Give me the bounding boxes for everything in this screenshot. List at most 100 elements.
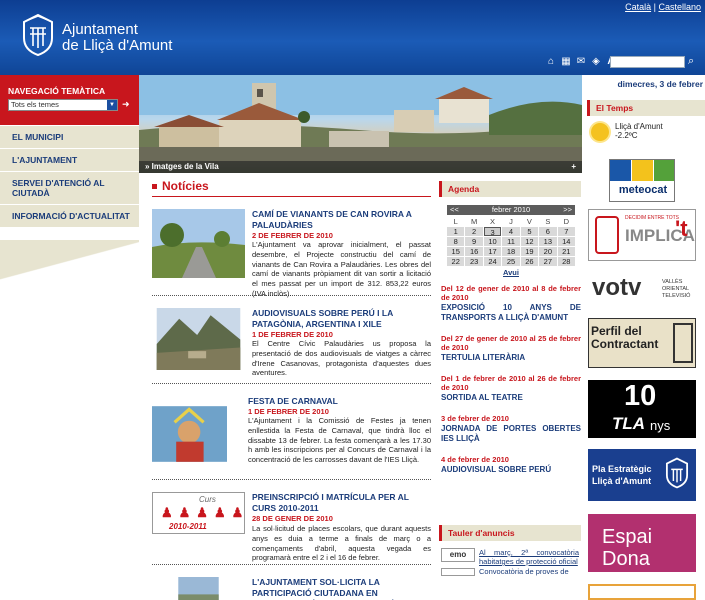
calendar-month: febrer 2010	[491, 205, 531, 214]
calendar-day[interactable]: 1	[447, 227, 465, 236]
calendar-day[interactable]: 21	[557, 247, 575, 256]
calendar-day[interactable]: 28	[557, 257, 575, 266]
agenda-event-title[interactable]: TERTULIA LITERÀRIA	[441, 353, 581, 363]
calendar-day[interactable]: 6	[539, 227, 557, 236]
right-sidebar: El Temps Lliçà d'Amunt -2.2ºC	[587, 100, 705, 146]
news-title: Notícies	[152, 175, 431, 197]
theme-select[interactable]: Tots els temes ▼	[8, 99, 118, 111]
calendar-day[interactable]: 3	[483, 227, 502, 237]
agenda-event-title[interactable]: JORNADA DE PORTES OBERTES IES LLIÇÀ	[441, 424, 581, 444]
hero-caption[interactable]: » Imatges de la Vila	[145, 162, 219, 171]
news-item-title[interactable]: L'AJUNTAMENT SOL·LICITA LA PARTICIPACIÓ …	[252, 577, 431, 600]
pla-estrategic-banner[interactable]: Pla Estratègic Lliçà d'Amunt	[588, 449, 696, 501]
calendar-day[interactable]: 17	[483, 247, 502, 256]
site-title[interactable]: Ajuntament de Lliçà d'Amunt	[62, 22, 172, 54]
nav-item-ajuntament[interactable]: L'AJUNTAMENT	[0, 149, 139, 172]
notice-item-2[interactable]: Convocatòria de proves de	[441, 567, 579, 577]
news-thumbnail[interactable]	[152, 396, 227, 472]
implica-banner[interactable]: DECIDIM ENTRE TOTS IMPLICA 't	[588, 209, 696, 261]
calendar-day[interactable]: 27	[539, 257, 557, 266]
notice-item-2-text[interactable]: Convocatòria de proves de	[479, 567, 569, 576]
calendar-day[interactable]: 20	[539, 247, 557, 256]
agenda-event-date: Del 1 de febrer de 2010 al 26 de febrer …	[441, 374, 581, 392]
news-section: Notícies CAMÍ DE VIANANTS DE CAN ROVIRA …	[152, 175, 431, 600]
calendar-day[interactable]: 10	[483, 237, 502, 246]
sitemap-icon[interactable]: ▦	[561, 57, 571, 67]
lang-catala-link[interactable]: Català	[625, 2, 651, 12]
agenda-event[interactable]: 4 de febrer de 2010 AUDIOVISUAL SOBRE PER…	[439, 455, 581, 475]
hero-image[interactable]: » Imatges de la Vila +	[139, 75, 582, 173]
chevron-down-icon[interactable]: ▼	[107, 100, 117, 110]
agenda-event-title[interactable]: AUDIOVISUAL SOBRE PERÚ	[441, 465, 581, 475]
mail-icon[interactable]: ✉	[576, 57, 586, 67]
site-title-line1: Ajuntament	[62, 21, 138, 38]
news-thumbnail[interactable]	[152, 209, 245, 278]
calendar-day[interactable]: 4	[502, 227, 520, 236]
calendar-day[interactable]: 13	[539, 237, 557, 246]
calendar-day[interactable]: 22	[447, 257, 465, 266]
nav-item-municipi[interactable]: EL MUNICIPI	[0, 126, 139, 149]
agenda-event[interactable]: Del 1 de febrer de 2010 al 26 de febrer …	[439, 374, 581, 403]
calendar-weekday: S	[539, 217, 557, 226]
meteocat-banner[interactable]: meteocat	[609, 159, 675, 202]
calendar-day[interactable]: 16	[465, 247, 483, 256]
nav-item-actualitat[interactable]: INFORMACIÓ D'ACTUALITAT	[0, 205, 139, 228]
calendar-day[interactable]: 24	[483, 257, 502, 266]
calendar-prev-icon[interactable]: <<	[450, 205, 459, 215]
agenda-event[interactable]: 3 de febrer de 2010 JORNADA DE PORTES OBE…	[439, 414, 581, 444]
calendar-day[interactable]: 11	[502, 237, 520, 246]
news-item-title[interactable]: FESTA DE CARNAVAL	[248, 396, 431, 407]
bottom-banner[interactable]	[588, 584, 696, 600]
news-item-title[interactable]: AUDIOVISUALS SOBRE PERÚ I LA PATAGÒNIA, …	[252, 308, 431, 330]
calendar-weekday: V	[520, 217, 539, 226]
notice-item-text[interactable]: Al març, 2ª convocatòria habitatges de p…	[479, 548, 579, 566]
calendar-today-link[interactable]: Avui	[447, 268, 575, 277]
espai-dona-banner[interactable]: Espai Dona	[588, 514, 696, 572]
calendar-day[interactable]: 12	[520, 237, 539, 246]
calendar-day[interactable]: 19	[520, 247, 539, 256]
search-icon[interactable]: ⌕	[688, 56, 700, 68]
calendar-day[interactable]: 7	[557, 227, 575, 236]
calendar-day[interactable]: 15	[447, 247, 465, 256]
votv-banner[interactable]: votv VALLÈS ORIENTAL TELEVISIÓ	[588, 270, 696, 308]
search-input[interactable]	[610, 56, 685, 68]
calendar-weekday: M	[465, 217, 483, 226]
agenda-event[interactable]: Del 27 de gener de 2010 al 25 de febrer …	[439, 334, 581, 363]
calendar-day[interactable]: 25	[502, 257, 520, 266]
calendar-day[interactable]: 26	[520, 257, 539, 266]
perfil-contractant-banner[interactable]: Perfil del Contractant	[588, 318, 696, 368]
lang-castellano-link[interactable]: Castellano	[658, 2, 701, 12]
news-item-title[interactable]: CAMÍ DE VIANANTS DE CAN ROVIRA A PALAUDÀ…	[252, 209, 431, 231]
news-thumbnail[interactable]	[152, 308, 245, 370]
agenda-event-title[interactable]: SORTIDA AL TEATRE	[441, 393, 581, 403]
agenda-event[interactable]: Del 12 de gener de 2010 al 8 de febrer d…	[439, 284, 581, 323]
go-arrow-icon[interactable]: ➜	[122, 99, 132, 111]
contact-icon[interactable]: ◈	[591, 57, 601, 67]
hero-more-icon[interactable]: +	[571, 161, 576, 173]
agenda-event-title[interactable]: EXPOSICIÓ 10 ANYS DE TRANSPORTS A LLIÇÀ …	[441, 303, 581, 323]
thematic-nav-title: NAVEGACIÓ TEMÀTICA	[8, 86, 106, 96]
calendar-weekday: L	[447, 217, 465, 226]
calendar-day[interactable]: 2	[465, 227, 483, 236]
agenda-title: Agenda	[439, 181, 581, 197]
notice-board: Tauler d'anuncis emo Al març, 2ª convoca…	[439, 525, 581, 578]
calendar-day[interactable]: 23	[465, 257, 483, 266]
calendar-day[interactable]: 18	[502, 247, 520, 256]
nav-item-servei-atencio[interactable]: SERVEI D'ATENCIÓ AL CIUTADÀ	[0, 172, 139, 205]
hero-caption-bar: » Imatges de la Vila +	[139, 161, 582, 173]
nav-list: EL MUNICIPI L'AJUNTAMENT SERVEI D'ATENCI…	[0, 126, 139, 228]
tla-banner[interactable]: 10 TLA nys	[588, 380, 696, 438]
news-item: FESTA DE CARNAVAL 1 de febrer de 2010 L'…	[152, 396, 431, 480]
thumb-course-label: Curs	[199, 495, 216, 504]
calendar-day[interactable]: 5	[520, 227, 539, 236]
calendar-day[interactable]: 9	[465, 237, 483, 246]
home-icon[interactable]: ⌂	[546, 57, 556, 67]
calendar-next-icon[interactable]: >>	[563, 205, 572, 215]
news-thumbnail[interactable]	[152, 577, 245, 600]
news-item-text: La sol·licitud de places escolars, que d…	[252, 524, 431, 563]
news-item: CAMÍ DE VIANANTS DE CAN ROVIRA A PALAUDÀ…	[152, 209, 431, 298]
calendar-day[interactable]: 8	[447, 237, 465, 246]
municipal-shield-logo[interactable]	[20, 14, 56, 56]
news-item-title[interactable]: PREINSCRIPCIÓ I MATRÍCULA PER AL CURS 20…	[252, 492, 431, 514]
calendar-day[interactable]: 14	[557, 237, 575, 246]
